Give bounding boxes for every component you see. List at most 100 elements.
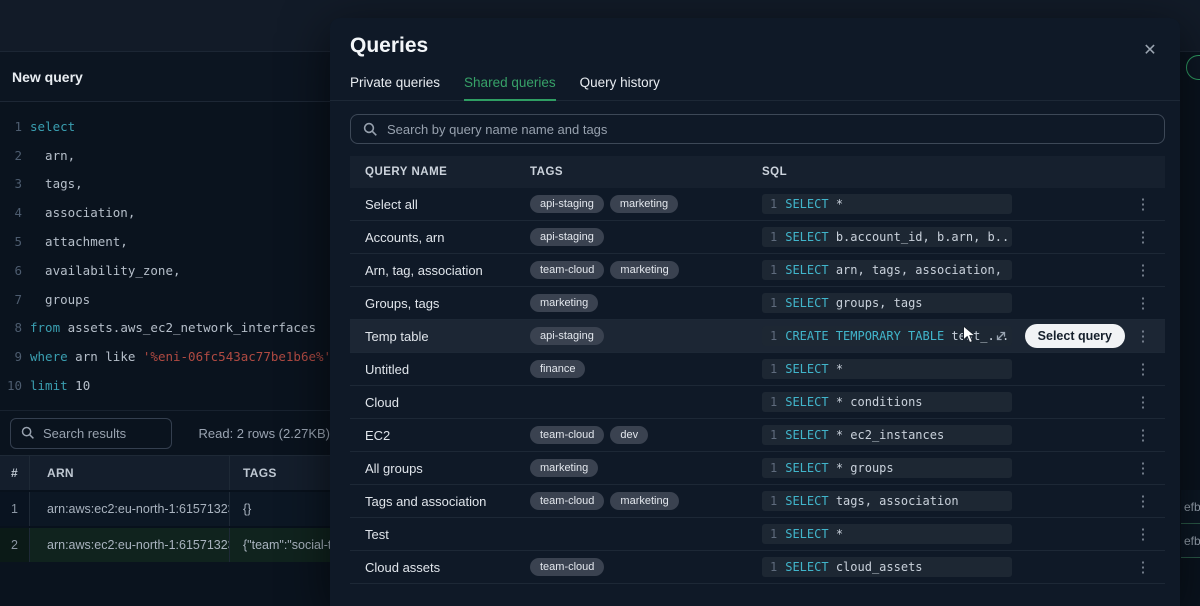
sql-editor[interactable]: 1select2 arn,3 tags,4 association,5 atta… bbox=[0, 102, 330, 410]
expand-icon[interactable] bbox=[994, 329, 1008, 343]
kebab-menu-icon[interactable]: ⋮ bbox=[1121, 558, 1165, 576]
query-tags: team-cloudmarketing bbox=[530, 261, 762, 279]
code-text: attachment, bbox=[30, 234, 128, 249]
kebab-menu-icon[interactable]: ⋮ bbox=[1121, 261, 1165, 279]
query-tags: team-cloudmarketing bbox=[530, 492, 762, 510]
sql-keyword: SELECT bbox=[785, 461, 828, 475]
query-name: Cloud bbox=[350, 395, 530, 410]
sql-snippet[interactable]: 1SELECT * bbox=[762, 359, 1012, 379]
query-row[interactable]: Test1SELECT *⋮ bbox=[350, 518, 1165, 551]
arn-cell: arn:aws:ec2:eu-north-1:61571323 bbox=[30, 492, 230, 526]
kebab-menu-icon[interactable]: ⋮ bbox=[1121, 393, 1165, 411]
queries-table-header: QUERY NAME TAGS SQL bbox=[350, 156, 1165, 188]
kebab-menu-icon[interactable]: ⋮ bbox=[1121, 228, 1165, 246]
query-row[interactable]: Cloud 1SELECT * conditions ⋮ bbox=[350, 386, 1165, 419]
close-icon[interactable]: ✕ bbox=[1138, 38, 1162, 62]
background-table-cell: efb bbox=[1181, 524, 1200, 558]
query-tags: api-staging bbox=[530, 327, 762, 345]
modal-tabs: Private queries Shared queries Query histo… bbox=[330, 75, 1180, 101]
query-sql: 1SELECT * bbox=[762, 353, 1121, 385]
col-query-name: QUERY NAME bbox=[350, 166, 530, 178]
code-text: where arn like '%eni-06fc543ac77be1b6e%'… bbox=[30, 349, 330, 364]
query-row[interactable]: Cloud assetsteam-cloud1SELECT cloud_asse… bbox=[350, 551, 1165, 584]
query-row[interactable]: EC2team-clouddev1SELECT * ec2_instances⋮ bbox=[350, 419, 1165, 452]
query-row[interactable]: Tags and associationteam-cloudmarketing1… bbox=[350, 485, 1165, 518]
tab-query-history[interactable]: Query history bbox=[580, 75, 660, 100]
table-row[interactable]: 2arn:aws:ec2:eu-north-1:61571323{"team":… bbox=[0, 526, 330, 562]
kebab-menu-icon[interactable]: ⋮ bbox=[1121, 294, 1165, 312]
sql-line-number: 1 bbox=[770, 494, 777, 508]
kebab-menu-icon[interactable]: ⋮ bbox=[1121, 426, 1165, 444]
line-number: 8 bbox=[0, 320, 30, 335]
code-text: tags, bbox=[30, 176, 83, 191]
query-row[interactable]: Accounts, arnapi-staging1SELECT b.accoun… bbox=[350, 221, 1165, 254]
kebab-menu-icon[interactable]: ⋮ bbox=[1121, 525, 1165, 543]
line-number: 9 bbox=[0, 349, 30, 364]
query-row[interactable]: Temp tableapi-staging1CREATE TEMPORARY T… bbox=[350, 320, 1165, 353]
results-table: # ARN TAGS 1arn:aws:ec2:eu-north-1:61571… bbox=[0, 455, 330, 562]
results-col-tags: TAGS bbox=[230, 456, 330, 490]
query-row[interactable]: All groupsmarketing1SELECT * groups⋮ bbox=[350, 452, 1165, 485]
query-row[interactable]: Groups, tagsmarketing1SELECT groups, tag… bbox=[350, 287, 1165, 320]
sql-text: arn like bbox=[68, 349, 143, 364]
query-sql: 1SELECT * bbox=[762, 518, 1121, 550]
code-line: 2 arn, bbox=[0, 141, 330, 170]
sql-code: SELECT arn, tags, association, ... bbox=[785, 263, 1012, 277]
line-number: 2 bbox=[0, 148, 30, 163]
query-name: Select all bbox=[350, 197, 530, 212]
sql-keyword: where bbox=[30, 349, 68, 364]
sql-snippet[interactable]: 1SELECT * bbox=[762, 194, 1012, 214]
kebab-menu-icon[interactable]: ⋮ bbox=[1121, 492, 1165, 510]
query-row[interactable]: Select allapi-stagingmarketing1SELECT *⋮ bbox=[350, 188, 1165, 221]
line-number: 4 bbox=[0, 205, 30, 220]
select-query-button[interactable]: Select query bbox=[1025, 324, 1125, 348]
tab-private-queries[interactable]: Private queries bbox=[350, 75, 440, 100]
tag-pill: api-staging bbox=[530, 228, 604, 246]
sql-keyword: SELECT bbox=[785, 494, 828, 508]
sql-text: groups, tags bbox=[829, 296, 923, 310]
sql-snippet[interactable]: 1SELECT * conditions bbox=[762, 392, 1012, 412]
sql-snippet[interactable]: 1SELECT arn, tags, association, ... bbox=[762, 260, 1012, 280]
tab-shared-queries[interactable]: Shared queries bbox=[464, 75, 556, 101]
query-name: Temp table bbox=[350, 329, 530, 344]
results-col-arn: ARN bbox=[30, 456, 230, 490]
kebab-menu-icon[interactable]: ⋮ bbox=[1121, 459, 1165, 477]
query-search-input[interactable]: Search by query name name and tags bbox=[350, 114, 1165, 144]
sql-snippet[interactable]: 1SELECT groups, tags bbox=[762, 293, 1012, 313]
sql-snippet[interactable]: 1SELECT * ec2_instances bbox=[762, 425, 1012, 445]
code-line: 10limit 10 bbox=[0, 371, 330, 400]
sql-snippet[interactable]: 1 SELECT tags, association bbox=[762, 491, 1012, 511]
line-number: 7 bbox=[0, 292, 30, 307]
row-number-cell: 1 bbox=[0, 492, 30, 526]
editor-tab-header[interactable]: New query bbox=[0, 52, 330, 102]
sql-snippet[interactable]: 1SELECT * bbox=[762, 524, 1012, 544]
code-text: groups bbox=[30, 292, 90, 307]
sql-code: SELECT * groups bbox=[785, 461, 893, 475]
code-line: 3 tags, bbox=[0, 170, 330, 199]
sql-text: 10 bbox=[68, 378, 91, 393]
sql-code: SELECT cloud_assets bbox=[785, 560, 922, 574]
tag-pill: marketing bbox=[610, 492, 678, 510]
query-tags: marketing bbox=[530, 294, 762, 312]
results-search-input[interactable]: Search results bbox=[10, 418, 172, 449]
results-search-placeholder: Search results bbox=[43, 426, 126, 441]
code-text: association, bbox=[30, 205, 135, 220]
partial-run-button[interactable] bbox=[1186, 55, 1200, 80]
sql-code: SELECT tags, association bbox=[785, 494, 958, 508]
query-row[interactable]: Arn, tag, associationteam-cloudmarketing… bbox=[350, 254, 1165, 287]
col-sql: SQL bbox=[762, 166, 1121, 178]
kebab-menu-icon[interactable]: ⋮ bbox=[1121, 327, 1165, 345]
kebab-menu-icon[interactable]: ⋮ bbox=[1121, 360, 1165, 378]
sql-text: * bbox=[829, 362, 843, 376]
code-text: from assets.aws_ec2_network_interfaces bbox=[30, 320, 316, 335]
search-icon bbox=[21, 426, 35, 440]
sql-snippet[interactable]: 1SELECT b.account_id, b.arn, b... bbox=[762, 227, 1012, 247]
kebab-menu-icon[interactable]: ⋮ bbox=[1121, 195, 1165, 213]
sql-snippet[interactable]: 1SELECT * groups bbox=[762, 458, 1012, 478]
search-icon bbox=[363, 122, 378, 137]
tag-pill: marketing bbox=[530, 294, 598, 312]
sql-code: SELECT * bbox=[785, 197, 843, 211]
table-row[interactable]: 1arn:aws:ec2:eu-north-1:61571323{} bbox=[0, 490, 330, 526]
sql-snippet[interactable]: 1SELECT cloud_assets bbox=[762, 557, 1012, 577]
query-row[interactable]: Untitledfinance1SELECT *⋮ bbox=[350, 353, 1165, 386]
